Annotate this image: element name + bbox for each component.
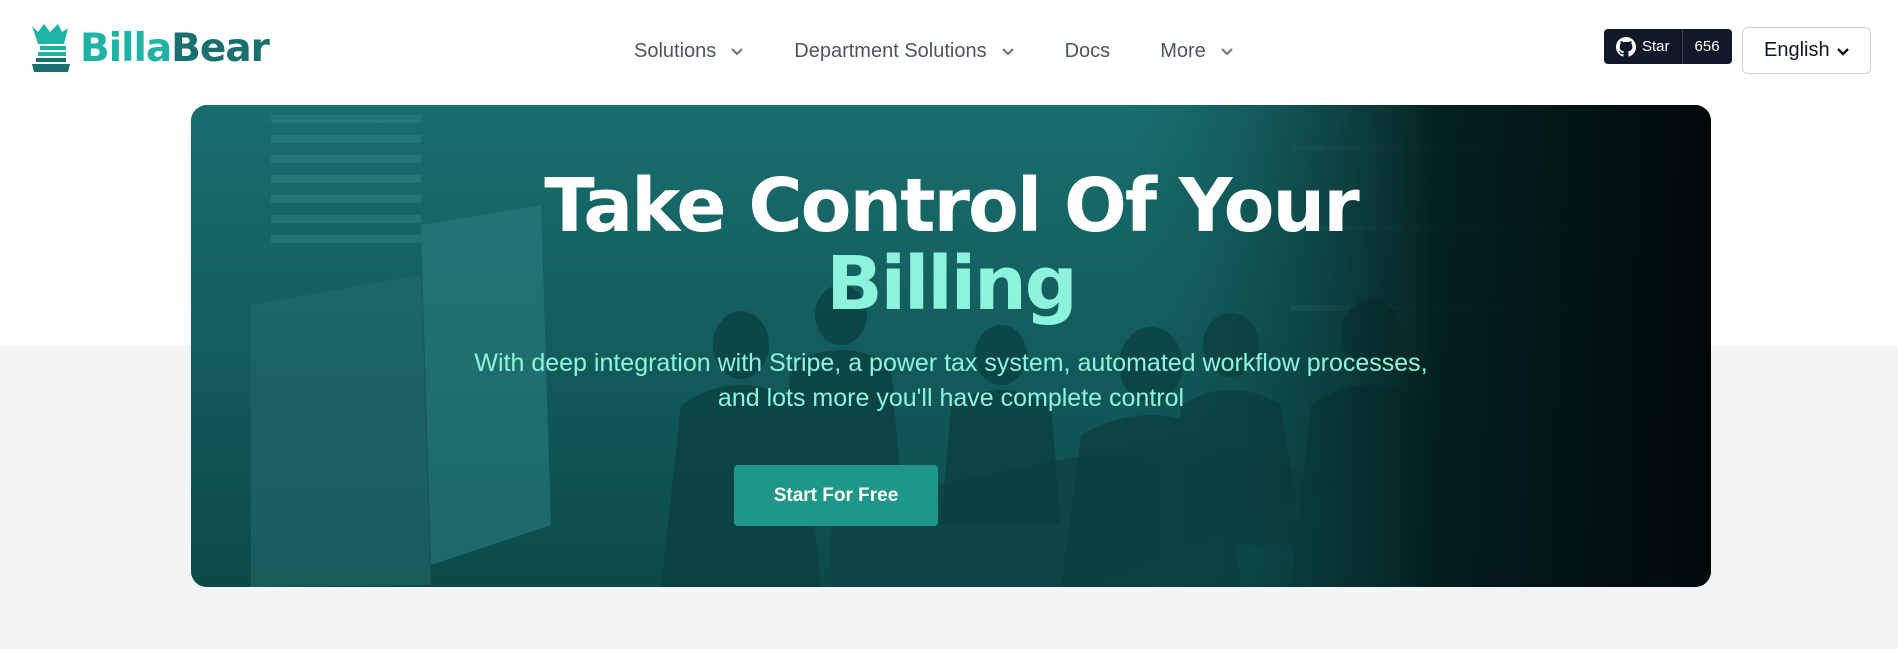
brand-name-part2: Bear [171, 25, 270, 71]
nav-solutions-label: Solutions [634, 39, 717, 62]
main-nav: Solutions Department Solutions Docs More [634, 30, 1234, 72]
logo[interactable]: BillaBear [28, 22, 270, 74]
nav-solutions[interactable]: Solutions [634, 40, 744, 63]
bear-logo-icon [32, 24, 70, 72]
brand-name-part1: Billa [80, 25, 172, 71]
chevron-down-icon [731, 48, 743, 56]
nav-more[interactable]: More [1160, 40, 1234, 63]
hero-title: Take Control Of Your Billing [191, 167, 1711, 323]
hero-subtitle-line2: and lots more you'll have complete contr… [717, 384, 1185, 412]
hero-subtitle: With deep integration with Stripe, a pow… [191, 346, 1711, 416]
github-star[interactable]: Star [1604, 29, 1683, 64]
github-star-label: Star [1642, 38, 1670, 55]
nav-department-solutions[interactable]: Department Solutions [794, 40, 1014, 63]
chevron-down-icon [1221, 48, 1233, 56]
github-icon [1616, 36, 1636, 57]
navbar: BillaBear Solutions Department Solutions… [0, 0, 1898, 100]
hero-subtitle-line1: With deep integration with Stripe, a pow… [474, 349, 1428, 377]
hero-title-line2: Billing [826, 241, 1078, 327]
chevron-down-icon [1001, 48, 1014, 56]
hero-banner: Take Control Of Your Billing With deep i… [191, 105, 1711, 587]
github-star-button[interactable]: Star 656 [1604, 29, 1732, 64]
nav-docs[interactable]: Docs [1065, 40, 1111, 63]
hero-title-line1: Take Control Of Your [544, 163, 1359, 249]
start-for-free-button[interactable]: Start For Free [734, 465, 938, 526]
language-label: English [1764, 39, 1830, 61]
language-select[interactable]: English [1742, 27, 1871, 74]
nav-department-solutions-label: Department Solutions [794, 39, 987, 62]
brand-name: BillaBear [80, 25, 270, 71]
nav-docs-label: Docs [1064, 39, 1111, 62]
github-star-count[interactable]: 656 [1683, 29, 1732, 64]
chevron-down-icon [1837, 47, 1849, 56]
nav-more-label: More [1160, 39, 1206, 62]
